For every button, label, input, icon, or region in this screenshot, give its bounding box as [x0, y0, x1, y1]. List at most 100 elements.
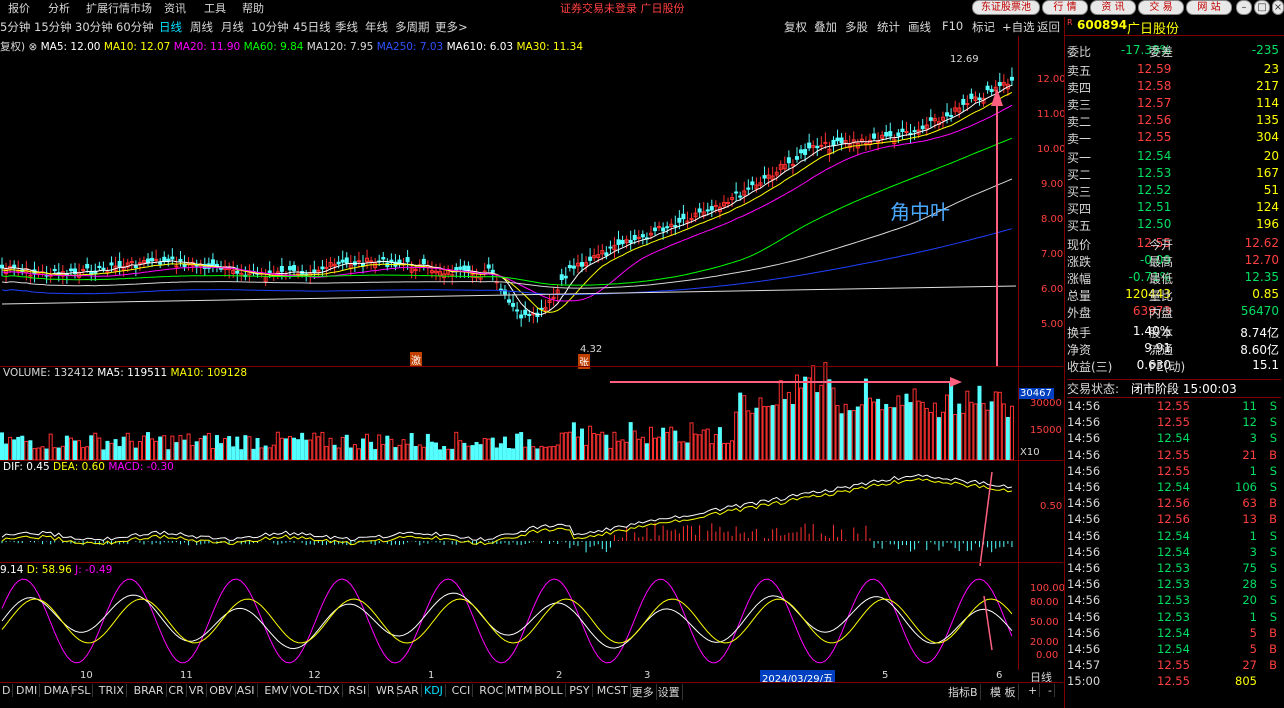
quote-button[interactable]: 行 情	[1042, 0, 1088, 15]
volume-bar	[36, 447, 41, 461]
volume-bar	[227, 436, 232, 461]
event-mark[interactable]: 激	[410, 352, 422, 367]
volume-bar	[843, 403, 848, 461]
indicator-tab-更多[interactable]: 更多	[630, 684, 657, 700]
quote-row: 总量 120443 量比 0.85	[1067, 287, 1281, 303]
period-45day[interactable]: 45日线	[293, 19, 331, 35]
ma60-label: MA60: 9.84	[243, 41, 304, 53]
period-multi[interactable]: 多周期	[395, 19, 430, 35]
ma-toggle-icon[interactable]: ⊗	[28, 41, 37, 53]
tool-overlay[interactable]: 叠加	[814, 19, 837, 35]
indicator-tab-cr[interactable]: CR	[166, 684, 187, 697]
period-quarter[interactable]: 季线	[335, 19, 358, 35]
close-icon[interactable]: ×	[1272, 0, 1284, 15]
indicator-tab-obv[interactable]: OBV	[207, 684, 236, 697]
indicator-tab-emv[interactable]: EMV	[262, 684, 292, 697]
period-more[interactable]: 更多>	[435, 19, 468, 35]
indicator-tab-brar[interactable]: BRAR	[132, 684, 167, 697]
tool-multi-stock[interactable]: 多股	[845, 19, 868, 35]
minimize-icon[interactable]: –	[1236, 0, 1252, 15]
indicator-tab-mtm[interactable]: MTM	[505, 684, 536, 697]
candle-body	[166, 258, 171, 262]
indicator-tab-fsl[interactable]: FSL	[69, 684, 94, 697]
indicator-tab-mcst[interactable]: MCST	[595, 684, 631, 697]
quote-label: 涨跌	[1067, 255, 1092, 269]
indicator-tab-asi[interactable]: ASI	[235, 684, 258, 697]
period-10min[interactable]: 10分钟	[251, 19, 289, 35]
trade-button[interactable]: 交 易	[1138, 0, 1184, 15]
volume-bar	[320, 431, 325, 461]
menu-help[interactable]: 帮助	[242, 0, 264, 16]
tick-time: 14:57	[1067, 658, 1101, 673]
volume-bar	[109, 442, 114, 461]
menu-analysis[interactable]: 分析	[48, 0, 70, 16]
stock-pool-button[interactable]: 东证股票池	[972, 0, 1040, 15]
tool-mark[interactable]: 标记	[972, 19, 995, 35]
indicator-tab-dmi[interactable]: DMI	[14, 684, 41, 697]
kline-chart[interactable]	[0, 36, 1063, 670]
indicator-tab-sar[interactable]: SAR	[394, 684, 422, 697]
tool-draw[interactable]: 画线	[908, 19, 931, 35]
tool-back[interactable]: 返回	[1037, 19, 1060, 35]
menu-news[interactable]: 资讯	[164, 0, 186, 16]
indicator-tab-trix[interactable]: TRIX	[97, 684, 127, 697]
menu-tools[interactable]: 工具	[204, 0, 226, 16]
tool-add-watch[interactable]: +自选	[1002, 19, 1035, 35]
tick-side: S	[1269, 480, 1277, 494]
menu-ext-market[interactable]: 扩展行情市场	[86, 0, 152, 16]
period-monthly[interactable]: 月线	[221, 19, 244, 35]
volume-bar	[904, 393, 909, 461]
tool-stats[interactable]: 统计	[877, 19, 900, 35]
volume-bar	[859, 404, 864, 461]
news-button[interactable]: 资 讯	[1090, 0, 1136, 15]
volume-bar	[32, 448, 37, 461]
zoom-in-button[interactable]: +	[1026, 684, 1041, 697]
zoom-out-button[interactable]: -	[1046, 684, 1055, 697]
tick-row: 14:56 12.54 1 S	[1067, 529, 1281, 545]
period-60min[interactable]: 60分钟	[116, 19, 154, 35]
indicator-tab-roc[interactable]: ROC	[477, 684, 507, 697]
tick-price: 12.54	[1157, 625, 1190, 640]
period-5min[interactable]: 5分钟	[0, 19, 30, 35]
tool-adjust[interactable]: 复权	[784, 19, 807, 35]
indicator-tab-kdj[interactable]: KDJ	[422, 684, 446, 697]
candle-body	[68, 268, 73, 272]
indicator-tab-psy[interactable]: PSY	[567, 684, 593, 697]
indicator-tab-设置[interactable]: 设置	[656, 684, 683, 700]
indicator-tab-d[interactable]: D	[0, 684, 14, 697]
volume-bar	[580, 428, 585, 461]
restore-icon[interactable]: □	[1254, 0, 1270, 15]
ma20-label: MA20: 11.90	[173, 41, 241, 53]
tick-row: 14:56 12.54 106 S	[1067, 480, 1281, 496]
indicator-tab-vol-tdx[interactable]: VOL-TDX	[290, 684, 343, 697]
period-toolbar: 5分钟 15分钟 30分钟 60分钟 日线 周线 月线 10分钟 45日线 季线…	[0, 17, 1063, 35]
period-30min[interactable]: 30分钟	[75, 19, 113, 35]
indicator-tab-dma[interactable]: DMA	[42, 684, 73, 697]
volume-bar	[863, 378, 868, 461]
indicator-tab-boll[interactable]: BOLL	[532, 684, 566, 697]
candle-body	[831, 139, 836, 146]
website-button[interactable]: 网 站	[1186, 0, 1232, 15]
indicator-tab-cci[interactable]: CCI	[450, 684, 474, 697]
d-label: D: 58.96	[26, 564, 72, 576]
volume-bar	[336, 447, 341, 461]
volume-bar	[689, 422, 694, 461]
period-daily[interactable]: 日线	[159, 19, 182, 35]
candle-body	[807, 142, 812, 149]
indicator-b-button[interactable]: 指标B	[946, 684, 981, 700]
macd-axis-label: 0.50	[1040, 501, 1063, 512]
period-15min[interactable]: 15分钟	[34, 19, 72, 35]
template-button[interactable]: 模 板	[988, 684, 1019, 700]
period-weekly[interactable]: 周线	[190, 19, 213, 35]
ask-volume: 114	[1256, 96, 1279, 110]
volume-bar	[186, 433, 191, 461]
dif-line	[1, 473, 1012, 542]
volume-bar	[283, 438, 288, 461]
volume-bar	[308, 439, 313, 461]
tool-f10[interactable]: F10	[942, 19, 963, 33]
chart-area[interactable]: 复权) ⊗ MA5: 12.00 MA10: 12.07 MA20: 11.90…	[0, 36, 1066, 670]
period-yearly[interactable]: 年线	[365, 19, 388, 35]
menu-quote[interactable]: 报价	[8, 0, 30, 16]
indicator-tab-vr[interactable]: VR	[187, 684, 207, 697]
indicator-tab-rsi[interactable]: RSI	[346, 684, 370, 697]
